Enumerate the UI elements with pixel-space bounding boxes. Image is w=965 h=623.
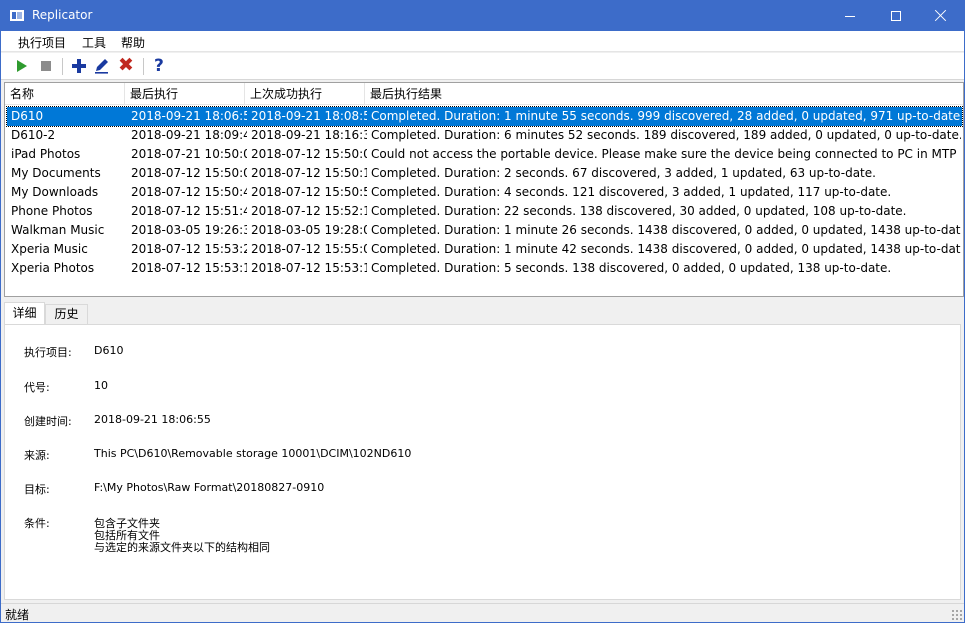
cell-last-result: Completed. Duration: 22 seconds. 138 dis… <box>371 204 907 218</box>
cell-name: Xperia Photos <box>11 261 95 275</box>
table-row[interactable]: Xperia Music 2018-07-12 15:53:21 2018-07-1… <box>7 240 962 259</box>
cell-last-result: Completed. Duration: 2 seconds. 67 disco… <box>371 166 876 180</box>
job-label: 执行项目: <box>24 346 72 359</box>
table-row[interactable]: My Downloads 2018-07-12 15:50:46 2018-07-1… <box>7 183 962 202</box>
stop-icon <box>41 61 51 71</box>
cell-last-result: Completed. Duration: 1 minute 26 seconds… <box>371 223 961 237</box>
menu-item-jobs[interactable]: 执行项目 <box>18 34 66 51</box>
resize-grip-icon[interactable] <box>951 609 962 620</box>
cell-last-success: 2018-09-21 18:08:54 <box>251 109 367 123</box>
cell-name: D610 <box>11 109 44 123</box>
cell-last-result: Completed. Duration: 1 minute 55 seconds… <box>371 109 961 123</box>
cell-last-success: 2018-07-12 15:52:10 <box>251 204 367 218</box>
toolbar-separator <box>62 58 63 75</box>
cell-name: My Documents <box>11 166 101 180</box>
created-value: 2018-09-21 18:06:55 <box>94 413 211 426</box>
cell-last-run: 2018-09-21 18:06:59 <box>131 109 247 123</box>
source-label: 来源: <box>24 449 50 462</box>
column-header-last-run[interactable]: 最后执行 <box>125 83 245 105</box>
cell-name: Xperia Music <box>11 242 88 256</box>
column-header-last-success[interactable]: 上次成功执行 <box>245 83 365 105</box>
app-icon <box>10 10 24 21</box>
table-row[interactable]: Xperia Photos 2018-07-12 15:53:11 2018-07-… <box>7 259 962 278</box>
cell-name: iPad Photos <box>11 147 81 161</box>
cell-last-result: Completed. Duration: 4 seconds. 121 disc… <box>371 185 892 199</box>
run-button[interactable] <box>12 56 32 76</box>
created-label: 创建时间: <box>24 415 72 428</box>
play-icon <box>17 60 27 72</box>
edit-button[interactable] <box>92 56 112 76</box>
app-window: Replicator 执行项目 工具 帮助 ✖ ? 名称 最后执行 上次成功执行… <box>0 0 965 623</box>
cell-last-run: 2018-09-21 18:09:40 <box>131 128 247 142</box>
toolbar-separator <box>143 58 144 75</box>
job-value: D610 <box>94 344 124 357</box>
details-panel: 执行项目: D610 代号: 10 创建时间: 2018-09-21 18:06… <box>4 324 961 600</box>
conditions-label: 条件: <box>24 517 50 530</box>
cell-last-run: 2018-07-12 15:53:11 <box>131 261 247 275</box>
tab-history[interactable]: 历史 <box>45 304 88 325</box>
add-button[interactable] <box>69 56 89 76</box>
target-value: F:\My Photos\Raw Format\20180827-0910 <box>94 481 325 494</box>
help-button[interactable]: ? <box>149 56 169 76</box>
status-bar: 就绪 <box>1 603 964 622</box>
tab-details[interactable]: 详细 <box>4 302 45 325</box>
delete-button[interactable]: ✖ <box>117 54 137 76</box>
toolbar: ✖ ? <box>1 53 964 80</box>
cell-name: Phone Photos <box>11 204 93 218</box>
table-row[interactable]: D610 2018-09-21 18:06:59 2018-09-21 18:08:… <box>6 106 963 127</box>
cell-last-success: 2018-07-12 15:55:04 <box>251 242 367 256</box>
cell-last-run: 2018-03-05 19:26:37 <box>131 223 247 237</box>
question-icon: ? <box>154 56 164 76</box>
column-header-last-result[interactable]: 最后执行结果 <box>365 83 963 105</box>
cell-name: Walkman Music <box>11 223 105 237</box>
cell-last-result: Could not access the portable device. Pl… <box>371 147 961 161</box>
title-bar[interactable]: Replicator <box>1 1 964 31</box>
close-button[interactable] <box>918 1 964 31</box>
job-list[interactable]: 名称 最后执行 上次成功执行 最后执行结果 D610 2018-09-21 18:… <box>4 82 964 297</box>
table-row[interactable]: Phone Photos 2018-07-12 15:51:47 2018-07-1… <box>7 202 962 221</box>
table-row[interactable]: Walkman Music 2018-03-05 19:26:37 2018-03-… <box>7 221 962 240</box>
table-row[interactable]: iPad Photos 2018-07-21 10:50:08 2018-07-12… <box>7 145 962 164</box>
cell-last-run: 2018-07-21 10:50:08 <box>131 147 247 161</box>
target-label: 目标: <box>24 483 50 496</box>
table-row[interactable]: My Documents 2018-07-12 15:50:09 2018-07-1… <box>7 164 962 183</box>
list-header: 名称 最后执行 上次成功执行 最后执行结果 <box>5 83 963 105</box>
column-header-name[interactable]: 名称 <box>5 83 125 105</box>
x-icon: ✖ <box>118 54 134 76</box>
source-value: This PC\D610\Removable storage 10001\DCI… <box>94 447 412 460</box>
cell-last-success: 2018-09-21 18:16:33 <box>251 128 367 142</box>
cell-last-success: 2018-03-05 19:28:03 <box>251 223 367 237</box>
cell-last-success: 2018-07-12 15:53:16 <box>251 261 367 275</box>
cell-last-result: Completed. Duration: 6 minutes 52 second… <box>371 128 961 142</box>
cell-last-run: 2018-07-12 15:51:47 <box>131 204 247 218</box>
status-text: 就绪 <box>5 608 30 622</box>
minimize-button[interactable] <box>827 1 873 31</box>
stop-button[interactable] <box>36 56 56 76</box>
cell-last-run: 2018-07-12 15:50:46 <box>131 185 247 199</box>
cell-name: D610-2 <box>11 128 56 142</box>
cell-last-success: 2018-07-12 15:50:50 <box>251 185 367 199</box>
splitter[interactable] <box>1 298 964 302</box>
cell-last-run: 2018-07-12 15:50:09 <box>131 166 247 180</box>
condition-item: 与选定的来源文件夹以下的结构相同 <box>94 541 270 554</box>
menu-bar: 执行项目 工具 帮助 <box>1 31 964 52</box>
cell-last-result: Completed. Duration: 1 minute 42 seconds… <box>371 242 961 256</box>
minimize-icon <box>845 16 855 17</box>
cell-last-result: Completed. Duration: 5 seconds. 138 disc… <box>371 261 892 275</box>
cell-last-run: 2018-07-12 15:53:21 <box>131 242 247 256</box>
maximize-icon <box>891 11 901 21</box>
maximize-button[interactable] <box>873 1 919 31</box>
close-icon <box>935 9 947 21</box>
menu-item-help[interactable]: 帮助 <box>121 34 145 51</box>
menu-item-tools[interactable]: 工具 <box>82 34 106 51</box>
window-title: Replicator <box>32 8 93 22</box>
id-value: 10 <box>94 379 108 392</box>
cell-last-success: 2018-07-12 15:50:11 <box>251 166 367 180</box>
id-label: 代号: <box>24 381 50 394</box>
table-row[interactable]: D610-2 2018-09-21 18:09:40 2018-09-21 18:1… <box>7 126 962 145</box>
cell-name: My Downloads <box>11 185 99 199</box>
pen-icon <box>95 59 108 74</box>
cell-last-success: 2018-07-12 15:50:03 <box>251 147 367 161</box>
